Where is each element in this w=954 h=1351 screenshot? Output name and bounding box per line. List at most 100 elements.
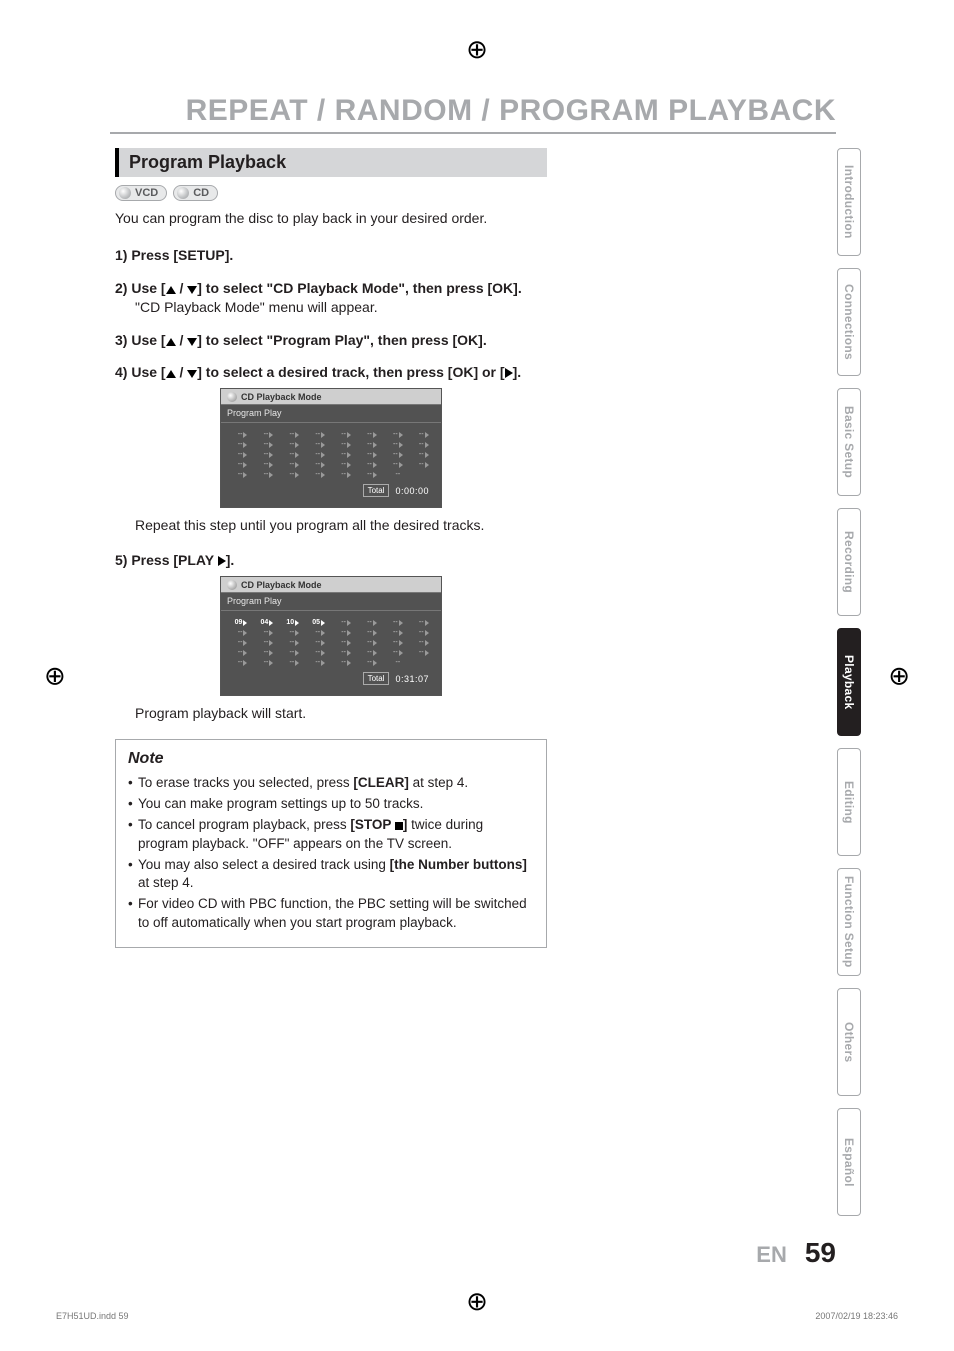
osd-slot: -- <box>333 629 356 636</box>
step-4-a: 4) Use [ <box>115 364 166 380</box>
slug-left: E7H51UD.indd 59 <box>56 1311 129 1321</box>
side-tabs: Introduction Connections Basic Setup Rec… <box>837 148 861 1216</box>
note-item-4: You may also select a desired track usin… <box>128 856 534 894</box>
disc-icon <box>227 392 237 402</box>
step-2-a: 2) Use [ <box>115 280 166 296</box>
osd-total-row: Total 0:31:07 <box>229 666 433 689</box>
osd-slot: -- <box>229 451 252 458</box>
osd-slot: -- <box>358 461 381 468</box>
tab-introduction[interactable]: Introduction <box>837 148 861 256</box>
tab-label: Basic Setup <box>842 406 856 478</box>
osd-subtitle: Program Play <box>221 405 441 423</box>
osd-slot: -- <box>229 461 252 468</box>
note-box: Note To erase tracks you selected, press… <box>115 739 547 948</box>
disc-badges: VCD CD <box>115 185 547 201</box>
osd-total-time: 0:00:00 <box>395 486 429 496</box>
osd-slot: -- <box>333 619 356 626</box>
step-2-c: ] to select "CD Playback Mode", then pre… <box>197 280 521 296</box>
badge-cd-label: CD <box>193 187 209 199</box>
osd-slot: -- <box>255 471 278 478</box>
step-4-d: ]. <box>513 364 522 380</box>
page-title: REPEAT / RANDOM / PROGRAM PLAYBACK <box>186 94 836 128</box>
osd-slot: -- <box>307 659 330 666</box>
step-4: 4) Use [ / ] to select a desired track, … <box>115 363 547 382</box>
tab-recording[interactable]: Recording <box>837 508 861 616</box>
osd-panel: CD Playback Mode Program Play ----------… <box>220 388 442 508</box>
slug-right: 2007/02/19 18:23:46 <box>815 1311 898 1321</box>
osd-slot: -- <box>333 441 356 448</box>
disc-icon <box>227 580 237 590</box>
osd-slot: -- <box>229 441 252 448</box>
page-footer: EN 59 <box>756 1237 836 1269</box>
tab-function-setup[interactable]: Function Setup <box>837 868 861 976</box>
osd-slot: -- <box>384 431 407 438</box>
osd-slot: -- <box>333 659 356 666</box>
osd-slot: -- <box>255 441 278 448</box>
osd-slot: -- <box>229 639 252 646</box>
osd-slot: -- <box>384 441 407 448</box>
play-arrow-icon <box>505 368 513 378</box>
tab-basic-setup[interactable]: Basic Setup <box>837 388 861 496</box>
osd-total-row: Total 0:00:00 <box>229 478 433 501</box>
osd-slot: -- <box>281 639 304 646</box>
osd-slot: -- <box>358 629 381 636</box>
step-3: 3) Use [ / ] to select "Program Play", t… <box>115 331 547 350</box>
osd-slot: -- <box>229 649 252 656</box>
registration-mark-top: ⊕ <box>466 34 488 65</box>
main-column: Program Playback VCD CD You can program … <box>115 148 547 948</box>
step-5-after: Program playback will start. <box>135 704 547 723</box>
osd-screenshot-2: CD Playback Mode Program Play 09041005--… <box>115 576 547 696</box>
osd-panel: CD Playback Mode Program Play 09041005--… <box>220 576 442 696</box>
up-arrow-icon <box>166 370 176 378</box>
tab-espanol[interactable]: Español <box>837 1108 861 1216</box>
osd-slot: -- <box>229 471 252 478</box>
footer-lang: EN <box>756 1242 787 1268</box>
osd-screenshot-1: CD Playback Mode Program Play ----------… <box>115 388 547 508</box>
stop-icon <box>395 822 403 830</box>
step-3-c: ] to select "Program Play", then press [… <box>197 332 486 348</box>
tab-label: Function Setup <box>842 876 856 968</box>
osd-track-grid: 09041005--------------------------------… <box>229 619 433 666</box>
osd-slot: -- <box>281 441 304 448</box>
disc-icon <box>119 187 131 199</box>
play-arrow-icon <box>218 556 226 566</box>
osd-slot: -- <box>281 451 304 458</box>
osd-slot: -- <box>410 441 433 448</box>
osd-total-label: Total <box>363 484 390 497</box>
osd-slot: -- <box>281 471 304 478</box>
osd-slot: -- <box>307 629 330 636</box>
osd-slot: -- <box>384 451 407 458</box>
tab-label: Playback <box>842 655 856 709</box>
tab-others[interactable]: Others <box>837 988 861 1096</box>
tab-playback[interactable]: Playback <box>837 628 861 736</box>
osd-slot: -- <box>281 629 304 636</box>
section-heading: Program Playback <box>115 148 547 177</box>
osd-slot: -- <box>358 619 381 626</box>
osd-slot: -- <box>333 431 356 438</box>
osd-slot: -- <box>384 659 407 666</box>
step-2-b: / <box>176 280 188 296</box>
badge-vcd: VCD <box>115 185 167 201</box>
osd-slot: -- <box>307 461 330 468</box>
osd-slot: -- <box>358 451 381 458</box>
osd-slot: -- <box>384 471 407 478</box>
osd-track-grid: ----------------------------------------… <box>229 431 433 478</box>
tab-label: Others <box>842 1022 856 1062</box>
osd-slot: -- <box>229 431 252 438</box>
print-slug: E7H51UD.indd 59 2007/02/19 18:23:46 <box>0 1311 954 1321</box>
step-3-a: 3) Use [ <box>115 332 166 348</box>
down-arrow-icon <box>187 286 197 294</box>
osd-slot: -- <box>410 461 433 468</box>
step-3-b: / <box>176 332 188 348</box>
osd-slot: -- <box>410 619 433 626</box>
tab-label: Introduction <box>842 165 856 239</box>
tab-editing[interactable]: Editing <box>837 748 861 856</box>
down-arrow-icon <box>187 338 197 346</box>
tab-connections[interactable]: Connections <box>837 268 861 376</box>
osd-slot: -- <box>281 649 304 656</box>
registration-mark-left: ⊕ <box>44 660 66 691</box>
osd-slot: 10 <box>281 619 304 626</box>
osd-body: ----------------------------------------… <box>221 423 441 507</box>
badge-cd: CD <box>173 185 218 201</box>
osd-slot: -- <box>307 649 330 656</box>
